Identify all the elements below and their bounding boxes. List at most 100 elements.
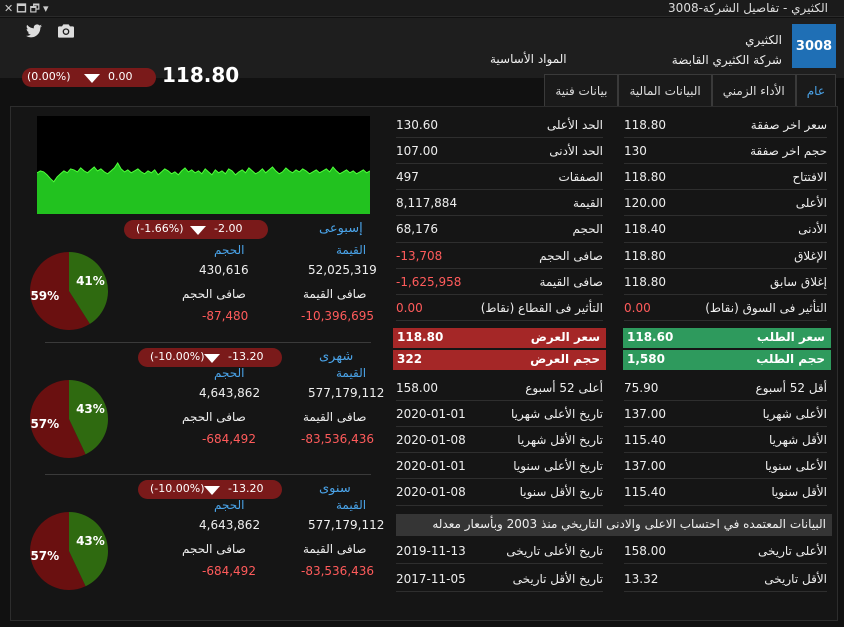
dropdown-icon[interactable]: ▾ <box>43 2 49 15</box>
pie-buy-label: 41% <box>76 274 105 288</box>
stat-col1-label: الافتتاح <box>792 170 827 185</box>
tab-general[interactable]: عام <box>795 74 836 106</box>
stat-col2-row: القيمة 8,117,884 <box>396 190 603 216</box>
camera-icon[interactable] <box>58 24 75 38</box>
bid-price-box: سعر الطلب 118.60 <box>623 328 831 348</box>
historic-col1-value: 158.00 <box>624 544 666 558</box>
close-icon[interactable]: ✕ <box>4 2 13 15</box>
historic-col2-row: تاريخ الأعلى تاريخى 2019-11-13 <box>396 538 603 564</box>
pie-buy-label: 43% <box>76 402 105 416</box>
period-title: إسبوعى <box>319 221 363 236</box>
intraday-chart <box>37 116 370 214</box>
stat-col2b-label: أعلى 52 أسبوع <box>525 381 603 395</box>
period-title: سنوى <box>319 481 351 496</box>
stat-col1-value: 130 <box>624 144 647 159</box>
stat-col1-label: حجم اخر صفقة <box>750 144 827 159</box>
stat-col2b-row: تاريخ الأعلى سنويا 2020-01-01 <box>396 453 603 479</box>
sector-name: المواد الأساسية <box>490 52 567 66</box>
company-full-name: شركة الكثيري القابضة <box>671 53 782 67</box>
period-change-value: -13.20 <box>228 482 264 495</box>
stat-col1b-label: الأقل شهريا <box>768 433 827 448</box>
period-net-volume-label: صافى الحجم <box>182 542 246 556</box>
bid-price-value: 118.60 <box>627 330 674 344</box>
stat-col2-row: الصفقات 497 <box>396 164 603 190</box>
stat-col2-label: الحد الأعلى <box>546 118 603 132</box>
stat-col2b-label: تاريخ الأعلى سنويا <box>513 459 603 474</box>
stat-col1-row: التأثير فى السوق (نقاط) 0.00 <box>624 295 827 321</box>
stat-col1-value: 118.80 <box>624 118 666 132</box>
ask-price-label: سعر العرض <box>530 330 600 344</box>
stat-col1-value: 0.00 <box>624 300 651 315</box>
company-names: الكثيري شركة الكثيري القابضة <box>672 30 782 70</box>
period-value-label: القيمة <box>336 366 367 380</box>
stat-col2-label: صافى الحجم <box>539 248 603 263</box>
stat-col1b-row: الأقل شهريا 115.40 <box>624 427 827 453</box>
stat-col1b-value: 75.90 <box>624 381 659 395</box>
period-net-value-label: صافى القيمة <box>303 410 367 424</box>
stat-col2-value: -1,625,958 <box>396 274 462 289</box>
tab-financials[interactable]: البيانات المالية <box>618 74 712 106</box>
stat-col1-row: الأعلى 120.00 <box>624 190 827 216</box>
pie-buy-label: 43% <box>76 534 105 548</box>
stat-col1b-label: الأقل سنويا <box>771 485 827 500</box>
tab-technical[interactable]: بيانات فنية <box>544 74 619 106</box>
restore-icon[interactable]: 🗖 <box>16 2 26 15</box>
last-price: 118.80 <box>162 63 240 87</box>
period-value: 52,025,319 <box>308 263 377 277</box>
stat-col1-label: إغلاق سابق <box>770 274 827 289</box>
period-net-volume: -684,492 <box>202 564 256 578</box>
stat-col1b-value: 137.00 <box>624 407 666 422</box>
period-value: 577,179,112 <box>308 386 385 400</box>
historic-col2-value: 2017-11-05 <box>396 572 466 586</box>
stat-col1-row: سعر اخر صفقة 118.80 <box>624 112 827 138</box>
stat-col2-value: 130.60 <box>396 118 438 132</box>
stat-col2-label: التأثير فى القطاع (نقاط) <box>480 300 603 315</box>
stat-col2b-row: تاريخ الأقل سنويا 2020-01-08 <box>396 479 603 505</box>
pie-sell-label: 57% <box>30 549 59 563</box>
stat-col1-row: إغلاق سابق 118.80 <box>624 269 827 295</box>
stat-col2-label: صافى القيمة <box>539 274 603 289</box>
stat-col2-row: صافى القيمة -1,625,958 <box>396 269 603 295</box>
stat-col2-label: الصفقات <box>558 170 604 185</box>
pie-sell-label: 59% <box>30 289 59 303</box>
stat-col1b-label: أقل 52 أسبوع <box>755 381 827 395</box>
ask-volume-label: حجم العرض <box>530 352 600 366</box>
twitter-icon[interactable] <box>26 24 42 38</box>
row-separator <box>624 504 827 506</box>
stat-col2b-row: تاريخ الأعلى شهريا 2020-01-01 <box>396 401 603 427</box>
period-change-value: -13.20 <box>228 350 264 363</box>
historic-col1-row: الأقل تاريخى 13.32 <box>624 566 827 592</box>
stat-col1b-value: 115.40 <box>624 433 666 448</box>
row-separator <box>624 319 827 321</box>
stat-col1-row: الافتتاح 118.80 <box>624 164 827 190</box>
stat-col2b-value: 2020-01-01 <box>396 407 466 422</box>
historic-notice: البيانات المعتمده في احتساب الاعلى والاد… <box>396 514 832 536</box>
stat-col1b-row: الأعلى شهريا 137.00 <box>624 401 827 427</box>
ask-volume-value: 322 <box>397 352 423 366</box>
period-value: 577,179,112 <box>308 518 385 532</box>
row-separator <box>624 563 827 565</box>
period-value-label: القيمة <box>336 498 367 512</box>
stat-col2-value: -13,708 <box>396 248 443 263</box>
minimize-icon[interactable]: 🗗 <box>30 2 40 15</box>
stat-col1-row: الأدنى 118.40 <box>624 216 827 242</box>
stat-col2-label: الحد الأدنى <box>549 144 603 159</box>
period-pie-chart: 43% 57% <box>30 512 109 590</box>
row-separator <box>396 563 603 565</box>
period-volume-label: الحجم <box>214 243 245 257</box>
historic-col2-row: تاريخ الأقل تاريخى 2017-11-05 <box>396 566 603 592</box>
header-icons <box>26 24 75 42</box>
period-pie-chart: 43% 57% <box>30 380 109 458</box>
period-net-value-label: صافى القيمة <box>303 542 367 556</box>
stat-col1-label: الأدنى <box>798 222 827 237</box>
title-bar: ✕ 🗖 🗗 ▾ 3008-الكثيري - تفاصيل الشركة <box>0 0 844 17</box>
stat-col1-label: سعر اخر صفقة <box>750 118 827 132</box>
period-volume: 4,643,862 <box>199 518 261 532</box>
row-separator <box>624 591 827 593</box>
historic-col1-label: الأقل تاريخى <box>764 572 827 586</box>
historic-col1-value: 13.32 <box>624 572 659 586</box>
stat-col1-value: 118.80 <box>624 248 666 263</box>
period-change-percent: (-1.66%) <box>136 222 184 235</box>
historic-col1-row: الأعلى تاريخى 158.00 <box>624 538 827 564</box>
tab-time-performance[interactable]: الأداء الزمني <box>711 74 796 106</box>
